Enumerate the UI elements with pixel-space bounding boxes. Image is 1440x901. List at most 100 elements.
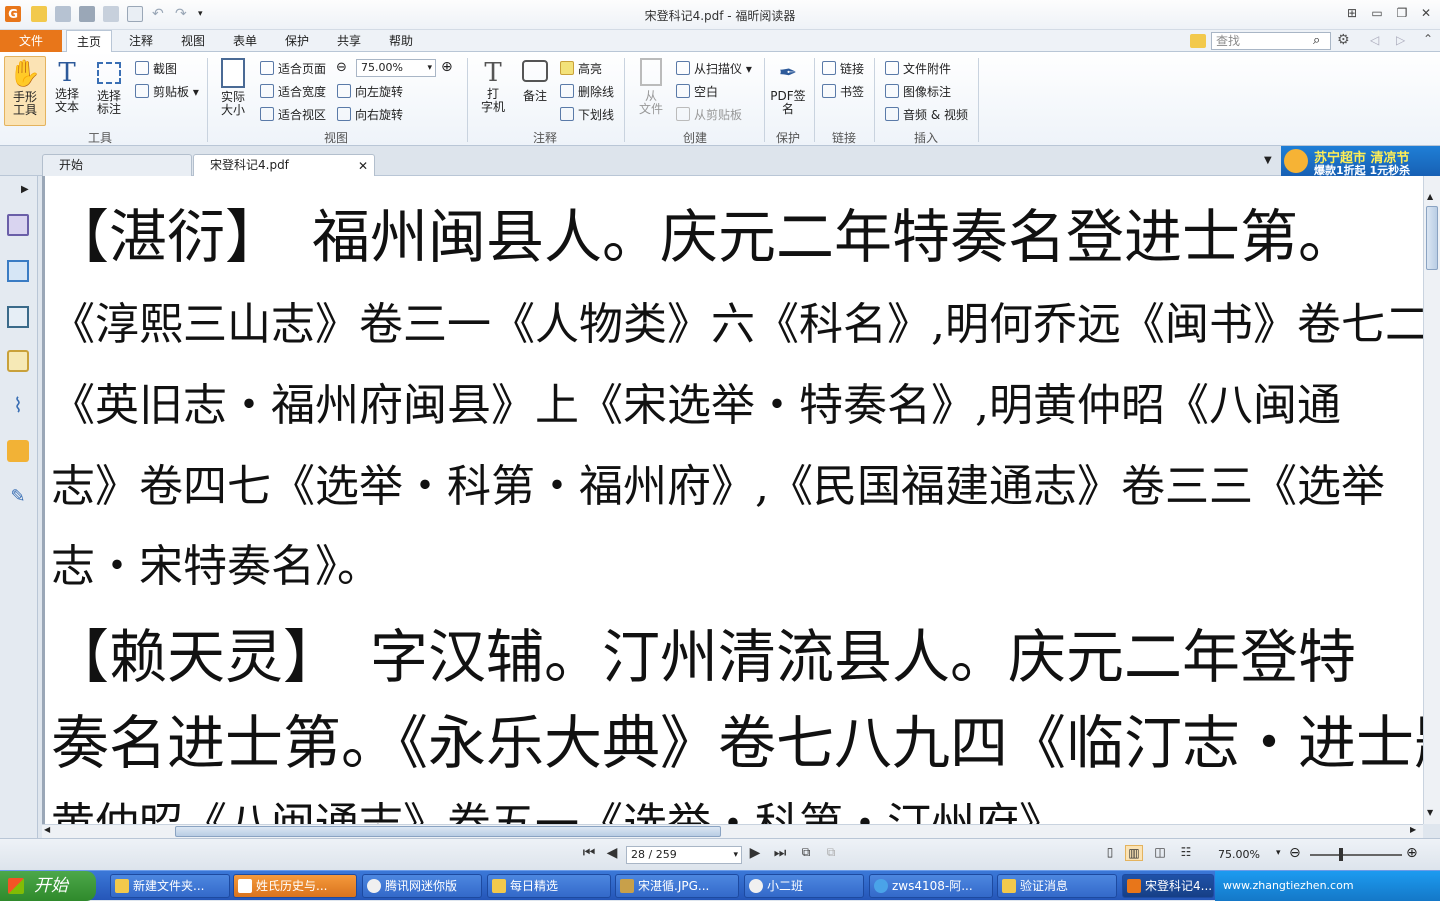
fit-page-button[interactable]: 适合页面 xyxy=(260,60,326,77)
taskbar-item[interactable]: 宋湛循.JPG... xyxy=(615,874,739,898)
layers-panel-icon[interactable] xyxy=(7,306,29,328)
zoom-out-icon[interactable]: ⊖ xyxy=(1289,845,1301,861)
pdf-sign-button[interactable]: ✒ PDF签 名 xyxy=(768,58,808,116)
taskbar-item[interactable]: 姓氏历史与... xyxy=(233,874,357,898)
zoom-value[interactable]: 75.00% xyxy=(1218,848,1260,861)
back-icon[interactable]: ◁ xyxy=(1370,33,1379,47)
last-page-button[interactable]: ⏭ xyxy=(771,845,789,861)
horizontal-scrollbar[interactable]: ◀ ▶ xyxy=(42,824,1423,838)
taskbar-item[interactable]: 每日精选 xyxy=(487,874,611,898)
scroll-thumb[interactable] xyxy=(175,826,721,837)
continuous-facing-icon[interactable]: ☷ xyxy=(1177,845,1195,859)
from-file-button[interactable]: 从 文件 xyxy=(632,58,670,116)
from-clipboard-button[interactable]: 从剪贴板 xyxy=(676,106,742,123)
camera-icon xyxy=(135,61,149,75)
group-label-tools: 工具 xyxy=(87,131,112,145)
document-line: 【赖天灵】 字汉辅。汀州清流县人。庆元二年登特 xyxy=(51,623,1357,691)
document-viewer[interactable]: 【湛衍】 福州闽县人。庆元二年特奏名登进士第。 《淳熙三山志》卷三一《人物类》六… xyxy=(42,176,1423,824)
page-number-input[interactable]: 28 / 259 ▾ xyxy=(626,846,742,864)
settings-icon[interactable]: ⚙ xyxy=(1337,32,1350,48)
previous-view-icon[interactable]: ⧉ xyxy=(797,845,815,860)
actual-size-button[interactable]: 实际 大小 xyxy=(214,58,252,117)
rotate-right-button[interactable]: 向右旋转 xyxy=(337,106,403,123)
select-text-button[interactable]: T 选择 文本 xyxy=(48,58,86,114)
taskbar-item[interactable]: 腾讯网迷你版 xyxy=(362,874,482,898)
tab-view[interactable]: 视图 xyxy=(170,30,216,52)
security-panel-icon[interactable] xyxy=(7,440,29,462)
scroll-left-icon[interactable]: ◀ xyxy=(44,825,50,834)
link-button[interactable]: 链接 xyxy=(822,60,864,77)
minimize-button[interactable]: ▭ xyxy=(1367,5,1387,21)
taskbar-item[interactable]: zws4108-阿... xyxy=(869,874,993,898)
scroll-right-icon[interactable]: ▶ xyxy=(1410,825,1416,834)
pages-panel-icon[interactable] xyxy=(7,260,29,282)
from-scanner-button[interactable]: 从扫描仪 ▾ xyxy=(676,60,752,77)
zoom-dropdown-icon[interactable]: ▾ xyxy=(1276,848,1281,858)
taskbar-item[interactable]: 宋登科记4... xyxy=(1122,874,1214,898)
strikeout-button[interactable]: 删除线 xyxy=(560,83,614,100)
tab-start[interactable]: 开始 xyxy=(42,154,192,176)
continuous-page-icon[interactable]: ▥ xyxy=(1125,845,1143,861)
scroll-thumb[interactable] xyxy=(1426,206,1438,270)
tab-file[interactable]: 文件 xyxy=(0,30,62,52)
comments-panel-icon[interactable] xyxy=(7,350,29,372)
file-attachment-button[interactable]: 文件附件 xyxy=(885,60,951,77)
close-icon[interactable]: ✕ xyxy=(358,156,368,176)
single-page-icon[interactable]: ▯ xyxy=(1101,845,1119,859)
screenshot-button[interactable]: 截图 xyxy=(135,60,177,77)
underline-button[interactable]: 下划线 xyxy=(560,106,614,123)
tab-home[interactable]: 主页 xyxy=(66,30,112,53)
bookmark-button[interactable]: 书签 xyxy=(822,83,864,100)
start-button[interactable]: 开始 xyxy=(0,871,96,901)
search-folder-icon[interactable] xyxy=(1190,34,1206,48)
tab-help[interactable]: 帮助 xyxy=(378,30,424,52)
prev-page-button[interactable]: ◀ xyxy=(603,845,621,861)
advertisement-banner[interactable]: 苏宁超市 清凉节 爆款1折起 1元秒杀 xyxy=(1281,146,1440,177)
hand-tool-button[interactable]: ✋ 手形 工具 xyxy=(4,56,46,126)
tab-current-document[interactable]: 宋登科记4.pdf ✕ xyxy=(193,154,375,176)
zoom-out-icon[interactable]: ⊖ xyxy=(336,60,347,75)
typewriter-button[interactable]: T 打 字机 xyxy=(474,58,512,114)
highlight-button[interactable]: 高亮 xyxy=(560,60,602,77)
restore-button[interactable]: ❐ xyxy=(1392,5,1412,21)
scroll-down-icon[interactable]: ▼ xyxy=(1427,808,1433,817)
collapse-ribbon-icon[interactable]: ⌃ xyxy=(1423,32,1433,46)
vertical-scrollbar[interactable]: ▲ ▼ xyxy=(1423,176,1440,824)
facing-pages-icon[interactable]: ◫ xyxy=(1151,845,1169,859)
next-view-icon[interactable]: ⧉ xyxy=(822,845,840,860)
close-button[interactable]: ✕ xyxy=(1416,5,1436,21)
tab-form[interactable]: 表单 xyxy=(222,30,268,52)
fit-width-button[interactable]: 适合宽度 xyxy=(260,83,326,100)
forward-icon[interactable]: ▷ xyxy=(1396,33,1405,47)
expand-panel-icon[interactable]: ▶ xyxy=(21,184,29,195)
image-annotation-button[interactable]: 图像标注 xyxy=(885,83,951,100)
search-icon[interactable]: ⌕ xyxy=(1313,33,1320,48)
attachments-panel-icon[interactable]: ⌇ xyxy=(7,394,29,416)
taskbar-item[interactable]: 新建文件夹... xyxy=(110,874,230,898)
rotate-left-button[interactable]: 向左旋转 xyxy=(337,83,403,100)
zoom-in-icon[interactable]: ⊕ xyxy=(1406,845,1418,861)
clipboard-button[interactable]: 剪贴板 ▾ xyxy=(135,83,199,100)
tab-comment[interactable]: 注释 xyxy=(118,30,164,52)
fit-visible-button[interactable]: 适合视区 xyxy=(260,106,326,123)
select-annotation-button[interactable]: 选择 标注 xyxy=(90,58,128,116)
layout-icon[interactable]: ⊞ xyxy=(1342,5,1362,21)
scroll-up-icon[interactable]: ▲ xyxy=(1427,192,1433,201)
blank-button[interactable]: 空白 xyxy=(676,83,718,100)
taskbar-item[interactable]: 验证消息 xyxy=(997,874,1117,898)
tab-share[interactable]: 共享 xyxy=(326,30,372,52)
tab-list-dropdown-icon[interactable]: ▼ xyxy=(1264,155,1272,166)
first-page-button[interactable]: ⏮ xyxy=(580,845,598,861)
note-button[interactable]: 备注 xyxy=(516,58,554,103)
select-annotation-icon xyxy=(97,62,121,84)
signature-panel-icon[interactable]: ✎ xyxy=(7,486,29,508)
zoom-select[interactable]: 75.00% ▾ xyxy=(356,59,436,77)
bookmarks-panel-icon[interactable] xyxy=(7,214,29,236)
zoom-slider[interactable] xyxy=(1310,854,1402,856)
zoom-slider-handle[interactable] xyxy=(1339,848,1343,861)
zoom-in-icon[interactable]: ⊕ xyxy=(441,59,453,75)
audio-video-button[interactable]: 音频 & 视频 xyxy=(885,106,968,123)
next-page-button[interactable]: ▶ xyxy=(746,845,764,861)
taskbar-item[interactable]: 小二班 xyxy=(744,874,864,898)
tab-protect[interactable]: 保护 xyxy=(274,30,320,52)
